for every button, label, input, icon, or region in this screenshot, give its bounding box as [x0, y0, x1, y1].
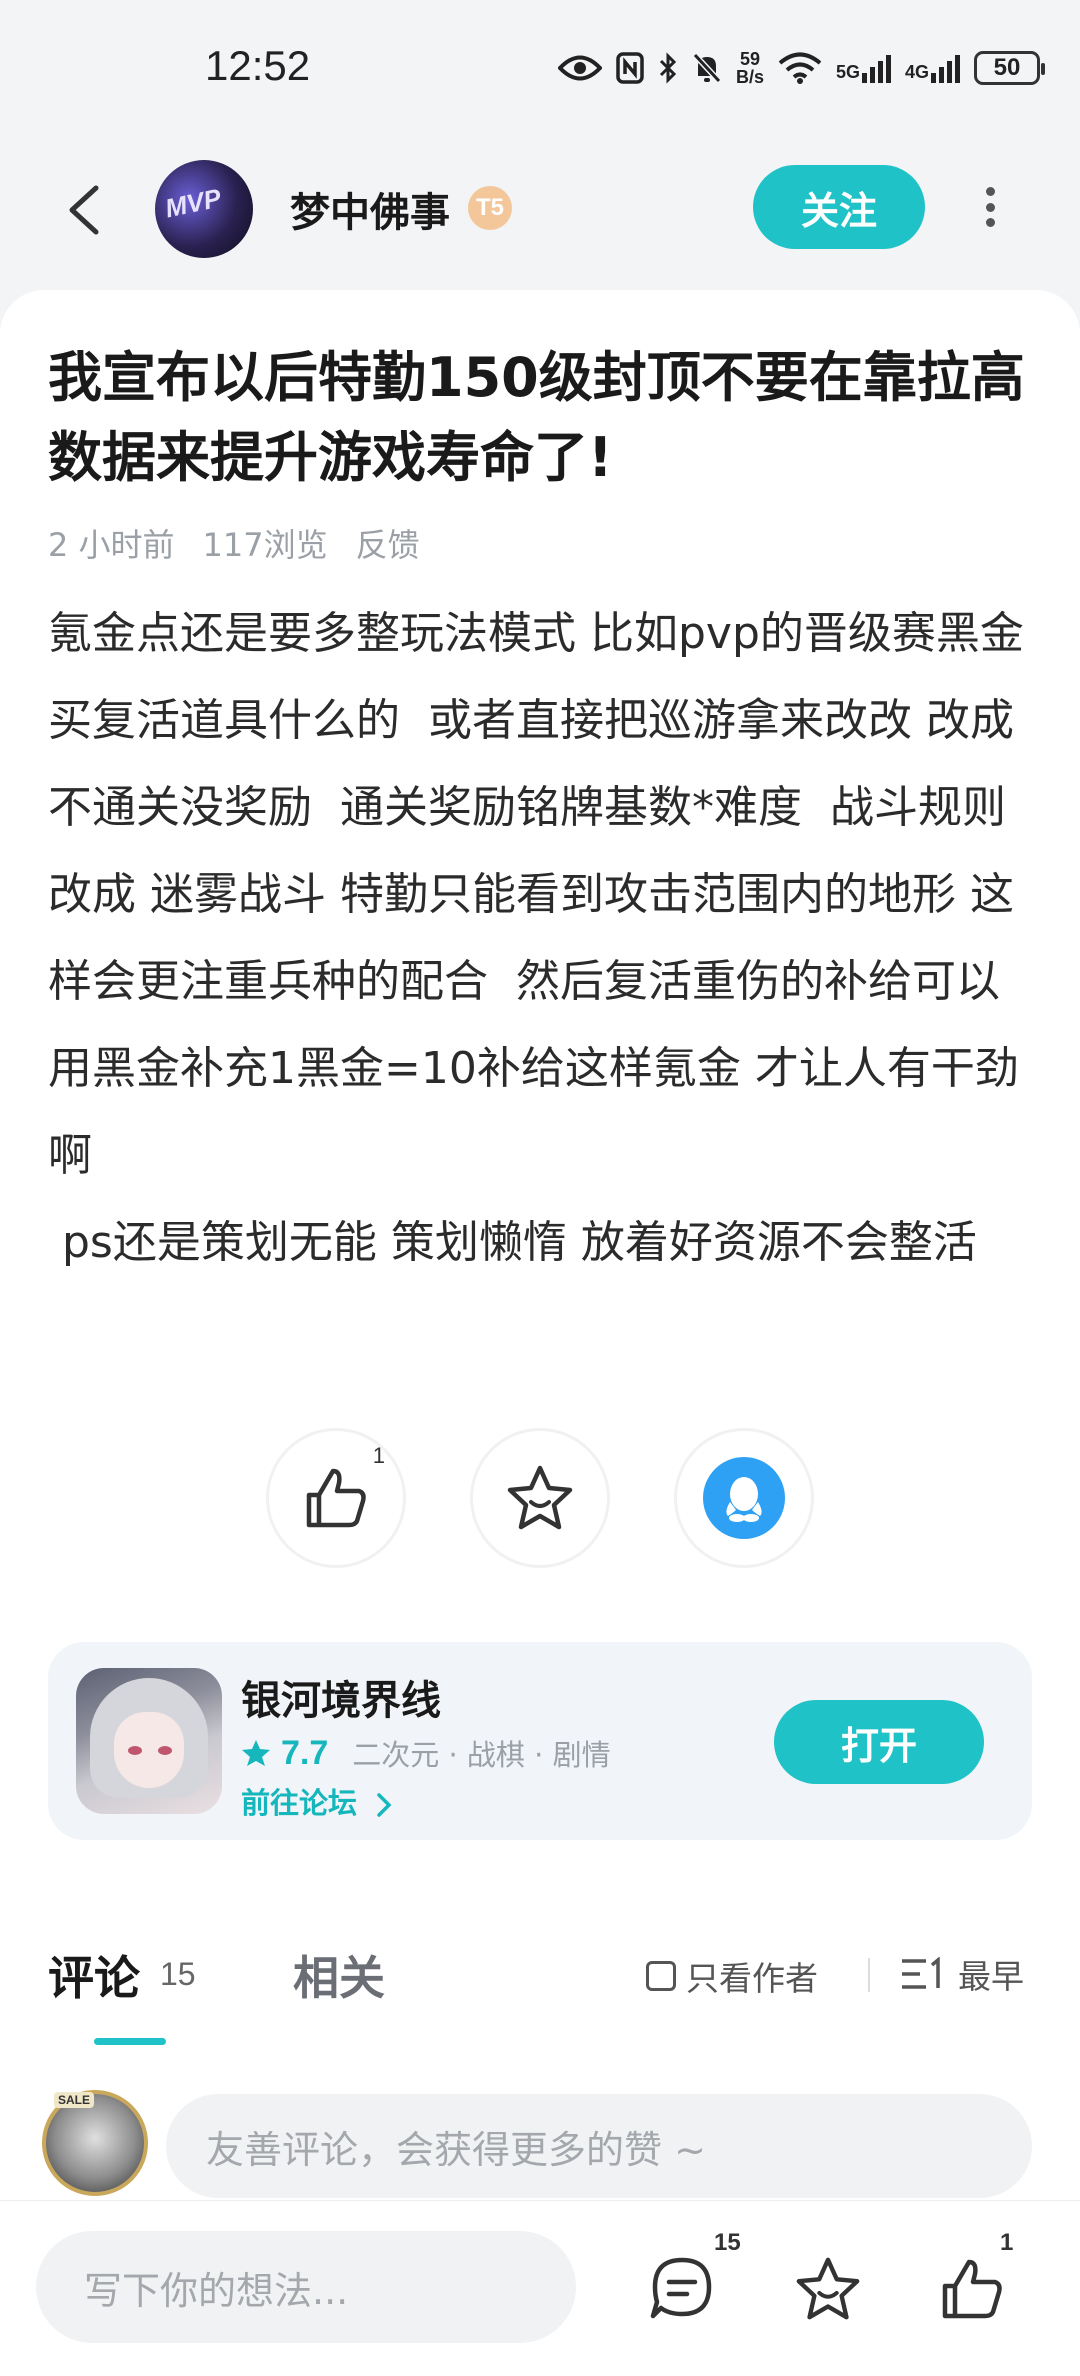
- star-icon: [796, 2257, 860, 2320]
- signal-5g-label: 5G: [835, 62, 860, 82]
- signal-4g: 4G: [905, 53, 960, 83]
- author-avatar[interactable]: MVP: [155, 160, 253, 258]
- tab-comments[interactable]: 评论: [48, 1942, 140, 2008]
- open-game-button[interactable]: 打开: [774, 1700, 984, 1784]
- status-bar: 12:52 59 B/s 5G 4G 50: [0, 0, 1080, 140]
- bottom-favorite-button[interactable]: [788, 2249, 868, 2329]
- game-info-row: 7.7 二次元 · 战棋 · 剧情: [241, 1732, 611, 1774]
- filter-divider: [868, 1958, 870, 1992]
- favorite-button[interactable]: [470, 1428, 610, 1568]
- nfc-icon: [616, 52, 644, 84]
- post-time: 2 小时前: [48, 526, 175, 564]
- signal-bars-icon: [861, 53, 891, 83]
- comment-count: 15: [160, 1956, 196, 1992]
- more-options-button[interactable]: [970, 175, 1010, 239]
- sort-icon: [902, 1957, 940, 1989]
- chevron-right-icon: [377, 1793, 392, 1817]
- level-badge: T5: [468, 186, 512, 230]
- author-name[interactable]: 梦中佛事: [290, 180, 450, 238]
- tab-related[interactable]: 相关: [293, 1942, 385, 2008]
- follow-button[interactable]: 关注: [753, 165, 925, 249]
- game-card[interactable]: 银河境界线 7.7 二次元 · 战棋 · 剧情 前往论坛 打开: [48, 1642, 1032, 1840]
- more-dot-icon: [985, 187, 995, 196]
- battery-indicator: 50: [974, 51, 1045, 85]
- star-icon: [507, 1465, 573, 1530]
- post-meta: 2 小时前 117浏览 反馈: [48, 520, 420, 566]
- thumbs-up-icon: [942, 2259, 1002, 2319]
- signal-4g-label: 4G: [904, 62, 929, 82]
- more-dot-icon: [985, 202, 995, 212]
- sort-label: 最早: [958, 1957, 1024, 1996]
- status-icons: 59 B/s 5G 4G 50: [557, 42, 1045, 94]
- post-header: MVP 梦中佛事 T5 关注: [0, 150, 1080, 270]
- qq-icon: [703, 1457, 785, 1539]
- feedback-link[interactable]: 反馈: [356, 520, 420, 566]
- eye-icon: [557, 55, 602, 81]
- game-icon: [76, 1668, 222, 1814]
- signal-5g: 5G: [836, 53, 891, 83]
- comment-icon: [650, 2257, 712, 2319]
- bluetooth-icon: [659, 52, 677, 84]
- game-rating: 7.7: [281, 1733, 329, 1772]
- comment-button[interactable]: [642, 2249, 722, 2329]
- net-speed-value: 59: [739, 49, 760, 69]
- post-body: 氪金点还是要多整玩法模式 比如pvp的晋级赛黑金买复活道具什么的 或者直接把巡游…: [48, 608, 1024, 1268]
- bottom-like-button[interactable]: [932, 2249, 1012, 2329]
- thumbs-up-icon: [306, 1468, 366, 1528]
- back-button[interactable]: [56, 180, 116, 240]
- bottom-like-count: 1: [1000, 2229, 1014, 2256]
- reply-input[interactable]: 写下你的想法...: [36, 2231, 576, 2343]
- status-time: 12:52: [205, 42, 311, 89]
- my-avatar[interactable]: SALE: [42, 2090, 148, 2196]
- game-name: 银河境界线: [241, 1678, 441, 1724]
- comment-input[interactable]: 友善评论，会获得更多的赞 ~: [166, 2094, 1032, 2198]
- post-title: 我宣布以后特勤150级封顶不要在靠拉高数据来提升游戏寿命了!: [48, 346, 1025, 489]
- game-tags: 二次元 · 战棋 · 剧情: [352, 1738, 611, 1772]
- more-dot-icon: [985, 218, 995, 227]
- like-count: 1: [372, 1443, 385, 1468]
- mute-bell-icon: [692, 52, 722, 84]
- avatar-frame-tag: SALE: [54, 2092, 95, 2108]
- post-views: 117浏览: [202, 526, 328, 564]
- post-card: 我宣布以后特勤150级封顶不要在靠拉高数据来提升游戏寿命了! 2 小时前 117…: [0, 290, 1080, 1910]
- bottom-comment-count: 15: [714, 2229, 741, 2256]
- avatar-text: MVP: [162, 182, 224, 224]
- active-tab-indicator: [94, 2038, 166, 2045]
- net-speed-unit: B/s: [735, 67, 764, 87]
- forum-link[interactable]: 前往论坛: [241, 1780, 395, 1822]
- net-speed: 59 B/s: [736, 50, 764, 86]
- only-author-label: 只看作者: [686, 1959, 818, 1998]
- sort-button[interactable]: 最早: [900, 1950, 1024, 1998]
- wifi-icon: [778, 52, 822, 84]
- only-author-checkbox[interactable]: [646, 1961, 676, 1991]
- forum-link-label: 前往论坛: [241, 1786, 358, 1820]
- like-button[interactable]: 1: [266, 1428, 406, 1568]
- bottom-bar: 写下你的想法... 15 1: [0, 2200, 1080, 2376]
- only-author-toggle[interactable]: 只看作者: [646, 1952, 818, 2000]
- signal-bars-icon: [931, 53, 960, 83]
- back-arrow-icon: [69, 185, 99, 235]
- share-qq-button[interactable]: [674, 1428, 814, 1568]
- rating-star-icon: [242, 1740, 270, 1766]
